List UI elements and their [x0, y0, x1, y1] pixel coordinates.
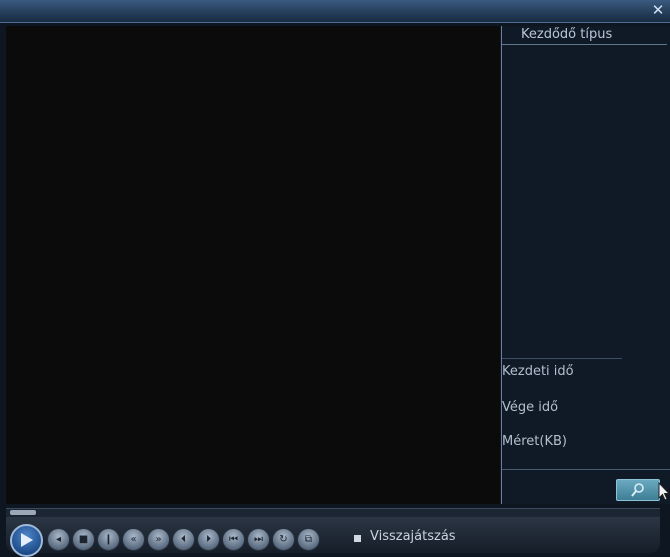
search-icon — [631, 483, 644, 497]
stop-button[interactable]: ■ — [72, 528, 95, 551]
skip-back-button[interactable]: ⏮ — [222, 528, 245, 551]
divider — [502, 469, 670, 470]
snapshot-button[interactable]: ⧉ — [297, 528, 320, 551]
search-button[interactable] — [616, 479, 660, 501]
file-list-header[interactable]: Kezdődő típus — [502, 26, 667, 45]
start-time-label: Kezdeti idő — [502, 364, 574, 379]
skip-forward-icon: ⏭ — [254, 534, 263, 545]
play-button[interactable] — [10, 524, 43, 557]
next-frame-icon: ⏵ — [206, 534, 211, 545]
next-frame-button[interactable]: ⏵ — [197, 528, 220, 551]
pause-button[interactable]: ❙ — [97, 528, 120, 551]
progress-thumb[interactable] — [10, 510, 36, 515]
stop-icon: ■ — [78, 534, 89, 545]
file-panel: Kezdődő típus Kezdeti idő Vége idő Méret… — [501, 26, 670, 504]
refresh-icon: ↻ — [279, 534, 288, 545]
mouse-cursor-icon — [658, 482, 670, 501]
fast-forward-icon: » — [155, 534, 162, 545]
prev-frame-icon: ⏴ — [181, 534, 186, 545]
play-icon — [21, 533, 33, 547]
snapshot-icon: ⧉ — [304, 534, 313, 545]
playback-controls: ◂ ■ ❙ « » ⏴ ⏵ ⏮ ⏭ ↻ ⧉ Visszajátszás — [6, 517, 660, 557]
skip-forward-button[interactable]: ⏭ — [247, 528, 270, 551]
step-back-button[interactable]: ◂ — [47, 528, 70, 551]
playback-progress-bar[interactable] — [6, 508, 660, 517]
step-back-icon: ◂ — [55, 534, 62, 545]
playback-label: Visszajátszás — [370, 529, 456, 544]
skip-back-icon: ⏮ — [229, 534, 238, 545]
rewind-button[interactable]: « — [122, 528, 145, 551]
fast-forward-button[interactable]: » — [147, 528, 170, 551]
size-label: Méret(KB) — [502, 434, 567, 449]
prev-frame-button[interactable]: ⏴ — [172, 528, 195, 551]
divider — [502, 358, 622, 359]
file-list-header-label: Kezdődő típus — [521, 27, 613, 42]
playback-checkbox[interactable] — [354, 535, 361, 542]
title-bar: ✕ — [0, 0, 670, 23]
refresh-button[interactable]: ↻ — [272, 528, 295, 551]
playback-window: ✕ Kezdődő típus Kezdeti idő Vége idő Mér… — [0, 0, 670, 557]
end-time-label: Vége idő — [502, 400, 559, 415]
pause-icon: ❙ — [104, 534, 113, 545]
rewind-icon: « — [130, 534, 137, 545]
file-list[interactable] — [502, 45, 667, 357]
video-display[interactable] — [6, 26, 500, 504]
close-icon[interactable]: ✕ — [650, 2, 666, 18]
